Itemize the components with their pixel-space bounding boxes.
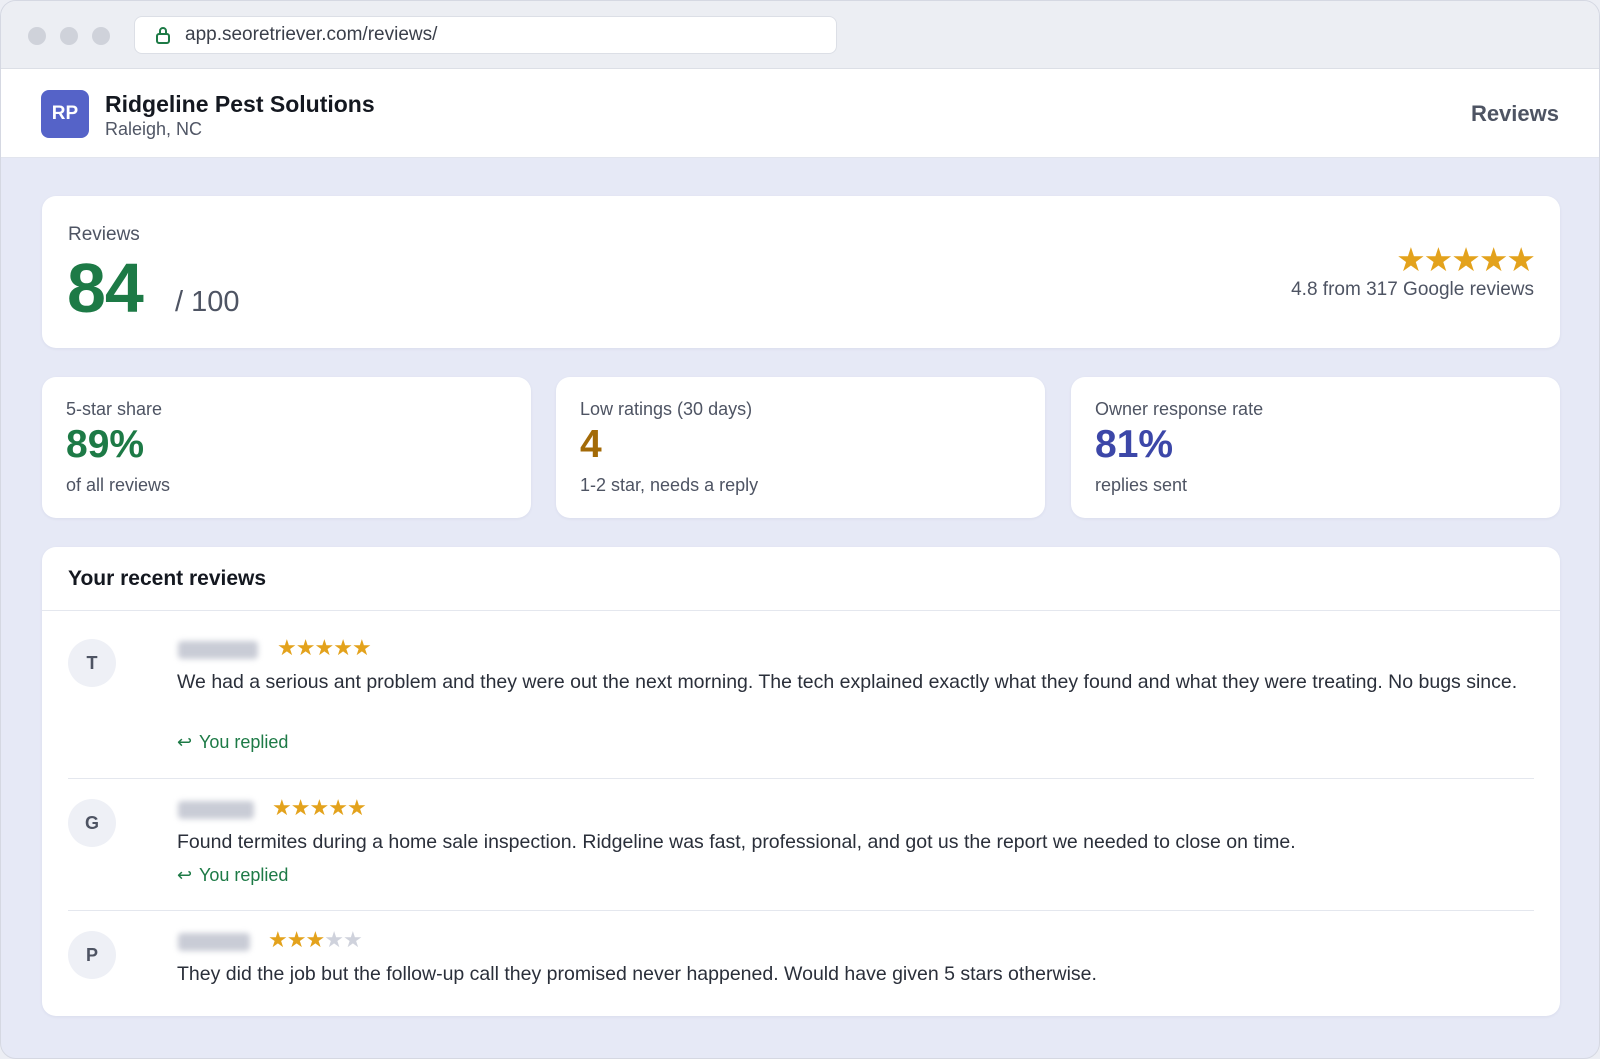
star-filled-icon: ★ bbox=[351, 635, 372, 660]
review-text: They did the job but the follow-up call … bbox=[177, 963, 1097, 985]
reviews-score-card: Reviews 84 / 100 ★★★★★ 4.8 from 317 Goog… bbox=[42, 196, 1560, 348]
reviewer-name-blurred bbox=[178, 933, 250, 951]
stat-label: Owner response rate bbox=[1095, 399, 1264, 419]
browser-chrome: app.seoretriever.com/reviews/ bbox=[1, 1, 1599, 69]
replied-label: You replied bbox=[199, 732, 289, 752]
address-bar[interactable]: app.seoretriever.com/reviews/ bbox=[134, 16, 837, 54]
star-filled-icon: ★ bbox=[295, 635, 316, 660]
star-filled-icon: ★ bbox=[309, 795, 329, 820]
score-label: Reviews bbox=[68, 224, 140, 245]
reply-icon: ↩ bbox=[177, 865, 193, 885]
star-filled-icon: ★ bbox=[346, 795, 367, 820]
star-filled-icon: ★ bbox=[277, 635, 297, 660]
review-text: Found termites during a home sale inspec… bbox=[177, 831, 1296, 853]
reply-icon: ↩ bbox=[177, 732, 193, 752]
star-filled-icon: ★ bbox=[272, 795, 292, 820]
stat-value: 4 bbox=[580, 423, 602, 466]
recent-reviews-card: Your recent reviews T ★★★★★ We had a ser… bbox=[42, 547, 1560, 1016]
divider bbox=[68, 910, 1534, 911]
window-minimize-button[interactable] bbox=[60, 27, 78, 45]
stat-subtext: replies sent bbox=[1095, 475, 1188, 495]
stat-label: Low ratings (30 days) bbox=[580, 399, 753, 419]
star-filled-icon: ★ bbox=[305, 927, 325, 952]
stat-value: 89% bbox=[66, 423, 145, 466]
reviewer-avatar: G bbox=[68, 799, 116, 847]
review-text: We had a serious ant problem and they we… bbox=[177, 671, 1518, 693]
star-filled-icon: ★ bbox=[286, 927, 307, 952]
business-location: Raleigh, NC bbox=[105, 119, 203, 139]
divider bbox=[42, 610, 1560, 611]
reviewer-avatar: P bbox=[68, 931, 116, 979]
lock-icon bbox=[156, 27, 170, 44]
browser-window: app.seoretriever.com/reviews/ RP Ridgeli… bbox=[0, 0, 1600, 1059]
star-filled-icon: ★ bbox=[290, 795, 311, 820]
review-stars: ★★★★★ bbox=[268, 927, 363, 953]
replied-link[interactable]: ↩ You replied bbox=[177, 732, 288, 753]
score-value: 84 bbox=[67, 249, 144, 327]
review-stars: ★★★★★ bbox=[272, 795, 367, 821]
stat-label: 5-star share bbox=[66, 399, 163, 419]
star-filled-icon: ★ bbox=[333, 635, 353, 660]
business-logo: RP bbox=[41, 90, 89, 138]
star-filled-icon: ★ bbox=[268, 927, 288, 952]
reviewer-avatar: T bbox=[68, 639, 116, 687]
reviewer-name-blurred bbox=[178, 641, 258, 659]
recent-reviews-title: Your recent reviews bbox=[68, 567, 267, 590]
star-rating-icon: ★★★★★ bbox=[1396, 241, 1536, 278]
stat-card-low-ratings: Low ratings (30 days) 4 1-2 star, needs … bbox=[556, 377, 1045, 518]
stat-value: 81% bbox=[1095, 423, 1174, 466]
google-rating-text: 4.8 from 317 Google reviews bbox=[1291, 279, 1534, 300]
stat-subtext: 1-2 star, needs a reply bbox=[580, 475, 759, 495]
window-maximize-button[interactable] bbox=[92, 27, 110, 45]
url-text: app.seoretriever.com/reviews/ bbox=[185, 24, 438, 45]
nav-reviews-link[interactable]: Reviews bbox=[1471, 101, 1559, 127]
stat-card-response-rate: Owner response rate 81% replies sent bbox=[1071, 377, 1560, 518]
star-empty-icon: ★ bbox=[342, 927, 363, 952]
reviewer-name-blurred bbox=[178, 801, 254, 819]
review-stars: ★★★★★ bbox=[277, 635, 372, 661]
divider bbox=[68, 778, 1534, 779]
replied-label: You replied bbox=[199, 865, 289, 885]
replied-link[interactable]: ↩ You replied bbox=[177, 865, 288, 886]
business-name: Ridgeline Pest Solutions bbox=[105, 91, 375, 117]
window-close-button[interactable] bbox=[28, 27, 46, 45]
star-empty-icon: ★ bbox=[324, 927, 344, 952]
stat-subtext: of all reviews bbox=[66, 475, 171, 495]
app-header: RP Ridgeline Pest Solutions Raleigh, NC … bbox=[1, 69, 1599, 158]
star-filled-icon: ★ bbox=[328, 795, 348, 820]
stat-card-five-star: 5-star share 89% of all reviews bbox=[42, 377, 531, 518]
score-max: / 100 bbox=[175, 286, 240, 318]
star-filled-icon: ★ bbox=[314, 635, 334, 660]
